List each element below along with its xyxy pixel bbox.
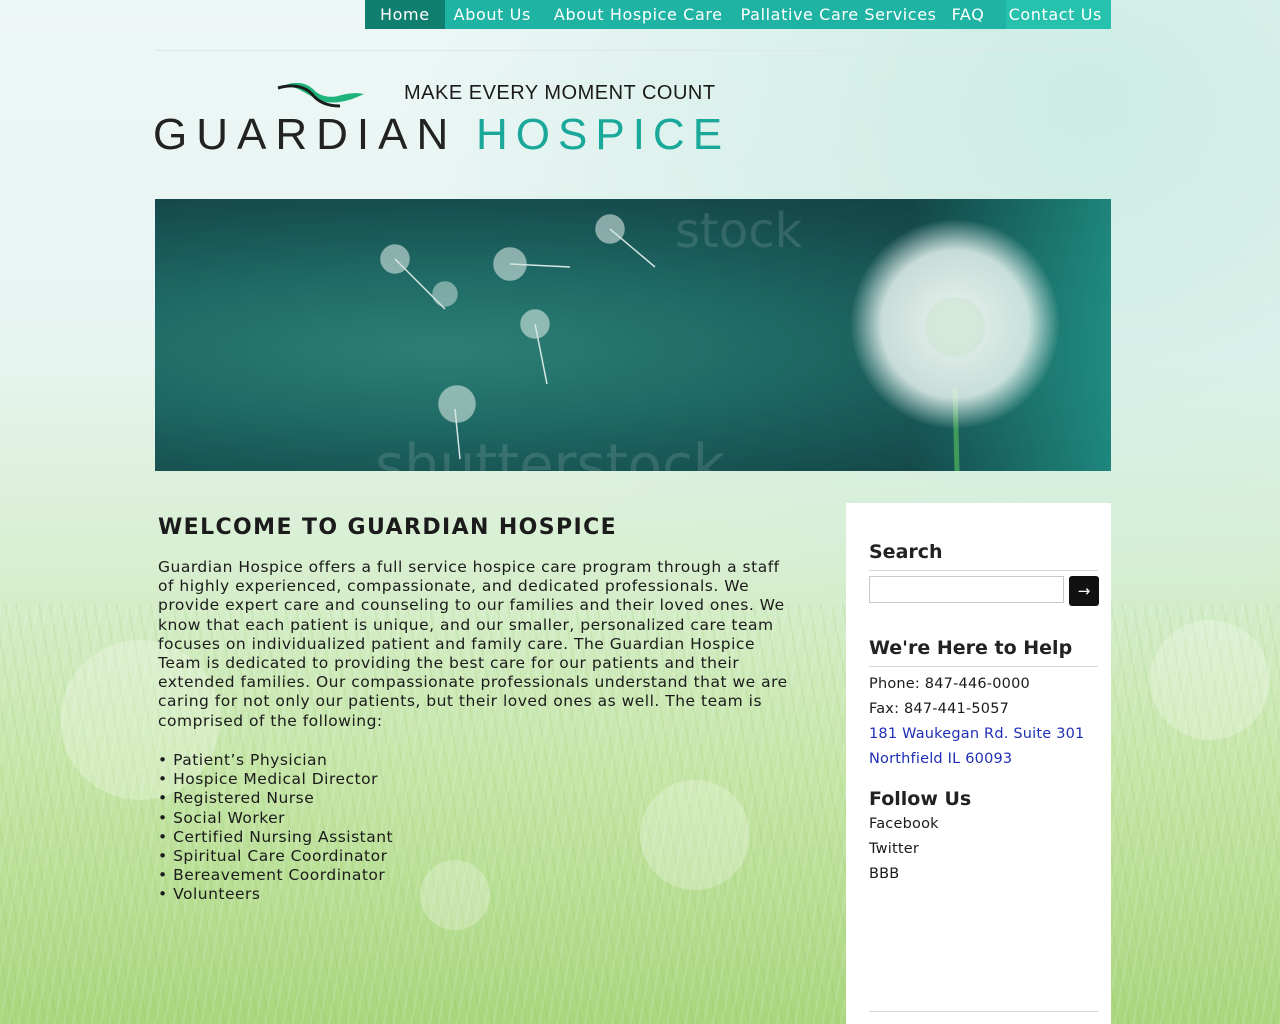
list-item: • Social Worker xyxy=(158,808,286,827)
divider xyxy=(869,1011,1098,1012)
nav-faq[interactable]: FAQ xyxy=(946,0,991,29)
logo-word-hospice: HOSPICE xyxy=(476,110,731,159)
nav-pallative-care-services[interactable]: Pallative Care Services xyxy=(732,0,946,29)
team-list: • Patient’s Physician • Hospice Medical … xyxy=(158,751,393,905)
nav-about-us[interactable]: About Us xyxy=(445,0,540,29)
search-submit-button[interactable]: → xyxy=(1069,576,1099,606)
search-heading: Search xyxy=(869,541,943,563)
bokeh-light xyxy=(420,860,490,930)
list-item: • Registered Nurse xyxy=(158,789,315,808)
banner-watermark-bottom: shutterstock xyxy=(375,433,726,471)
help-heading: We're Here to Help xyxy=(869,637,1073,659)
list-item: • Hospice Medical Director xyxy=(158,770,378,789)
list-item: • Volunteers xyxy=(158,885,261,904)
main-navigation: Home About Us About Hospice Care Pallati… xyxy=(365,0,1111,29)
fax-number: Fax: 847-441-5057 xyxy=(869,701,1010,717)
logo-word-guardian: GUARDIAN xyxy=(153,110,458,159)
intro-paragraph: Guardian Hospice offers a full service h… xyxy=(158,558,788,730)
list-item: • Spiritual Care Coordinator xyxy=(158,847,388,866)
dandelion-illustration: stock shutterstock xyxy=(375,203,1060,471)
phone-number: Phone: 847-446-0000 xyxy=(869,676,1030,692)
nav-home[interactable]: Home xyxy=(365,0,445,29)
header-divider xyxy=(155,50,1111,51)
divider xyxy=(869,666,1098,667)
facebook-link[interactable]: Facebook xyxy=(869,816,939,832)
logo-tagline: MAKE EVERY MOMENT COUNT xyxy=(404,82,716,104)
nav-about-hospice-care[interactable]: About Hospice Care xyxy=(540,0,732,29)
divider xyxy=(869,570,1098,571)
bokeh-light xyxy=(640,780,750,890)
nav-contact-us[interactable]: Contact Us xyxy=(1005,0,1111,29)
list-item: • Certified Nursing Assistant xyxy=(158,827,394,846)
banner-watermark-top: stock xyxy=(675,203,803,259)
bokeh-light xyxy=(1150,620,1270,740)
twitter-link[interactable]: Twitter xyxy=(869,841,919,857)
hero-banner-image: stock shutterstock xyxy=(155,199,1111,471)
address-link-line2[interactable]: Northfield IL 60093 xyxy=(869,751,1012,767)
list-item: • Patient’s Physician xyxy=(158,751,328,769)
address-link-line1[interactable]: 181 Waukegan Rd. Suite 301 xyxy=(869,726,1084,742)
sidebar: Search → We're Here to Help Phone: 847-4… xyxy=(846,503,1111,1024)
search-input[interactable] xyxy=(869,576,1064,603)
follow-heading: Follow Us xyxy=(869,788,972,810)
list-item: • Bereavement Coordinator xyxy=(158,866,386,885)
bbb-link[interactable]: BBB xyxy=(869,866,899,882)
page-title: WELCOME TO GUARDIAN HOSPICE xyxy=(158,514,618,540)
